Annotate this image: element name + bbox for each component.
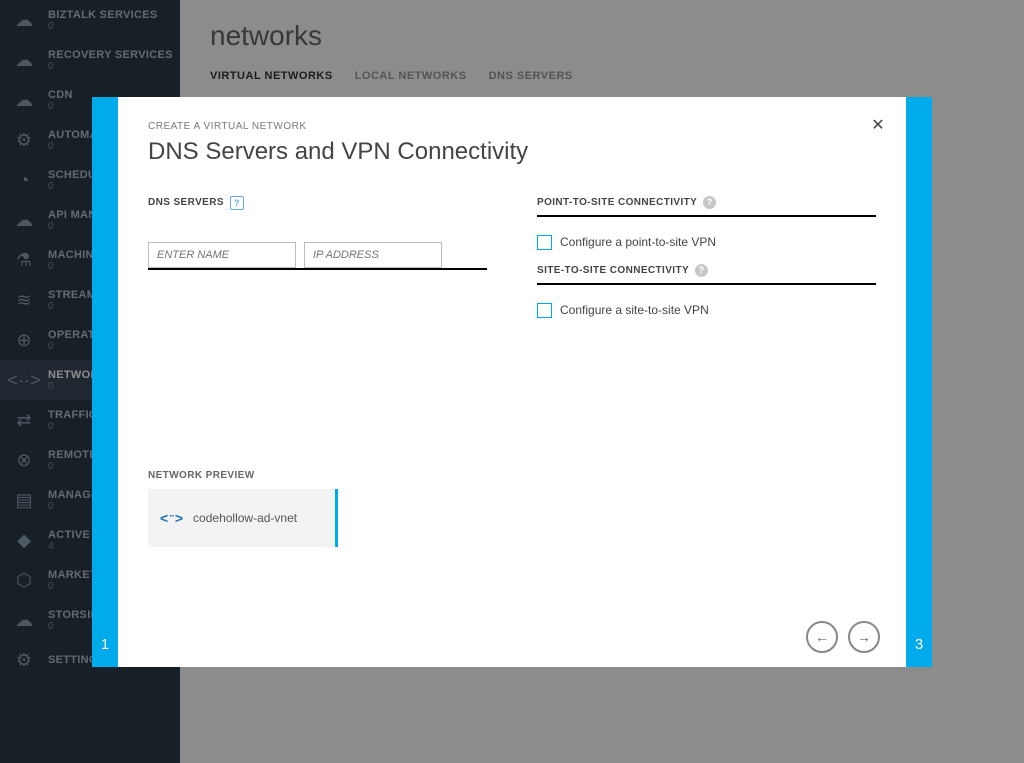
dns-servers-label-text: DNS SERVERS — [148, 197, 224, 208]
dns-servers-label: DNS SERVERS ? — [148, 196, 487, 210]
column-dns: DNS SERVERS ? NETWORK PREVIEW <··> codeh… — [148, 196, 487, 547]
vnet-name: codehollow-ad-vnet — [193, 511, 297, 525]
wizard-dialog: 1 ✕ CREATE A VIRTUAL NETWORK DNS Servers… — [92, 97, 932, 667]
wizard-step-left: 1 — [92, 97, 118, 667]
wizard-step-left-number: 1 — [101, 636, 109, 653]
wizard-title: DNS Servers and VPN Connectivity — [148, 138, 876, 166]
arrow-right-icon: → — [857, 629, 871, 645]
wizard-columns: DNS SERVERS ? NETWORK PREVIEW <··> codeh… — [148, 196, 876, 547]
column-connectivity: POINT-TO-SITE CONNECTIVITY ? Configure a… — [537, 196, 876, 547]
dns-input-row — [148, 220, 487, 270]
back-button[interactable]: ← — [806, 621, 838, 653]
p2s-checkbox-row[interactable]: Configure a point-to-site VPN — [537, 227, 876, 264]
help-icon[interactable]: ? — [703, 196, 716, 209]
help-icon[interactable]: ? — [230, 196, 244, 210]
s2s-checkbox-label: Configure a site-to-site VPN — [560, 303, 709, 317]
dns-name-input[interactable] — [148, 242, 296, 268]
p2s-label: POINT-TO-SITE CONNECTIVITY ? — [537, 196, 876, 217]
wizard-body: ✕ CREATE A VIRTUAL NETWORK DNS Servers a… — [118, 97, 906, 667]
arrow-left-icon: ← — [815, 629, 829, 645]
network-preview-label: NETWORK PREVIEW — [148, 470, 487, 481]
close-icon: ✕ — [871, 115, 884, 135]
modal-overlay: 1 ✕ CREATE A VIRTUAL NETWORK DNS Servers… — [0, 0, 1024, 763]
checkbox-icon — [537, 303, 552, 318]
next-button[interactable]: → — [848, 621, 880, 653]
p2s-label-text: POINT-TO-SITE CONNECTIVITY — [537, 197, 697, 208]
wizard-step-right: 3 — [906, 97, 932, 667]
dns-ip-input[interactable] — [304, 242, 442, 268]
wizard-step-right-number: 3 — [915, 636, 923, 653]
s2s-label: SITE-TO-SITE CONNECTIVITY ? — [537, 264, 876, 285]
wizard-nav: ← → — [806, 621, 880, 653]
checkbox-icon — [537, 235, 552, 250]
close-button[interactable]: ✕ — [868, 115, 888, 135]
wizard-breadcrumb: CREATE A VIRTUAL NETWORK — [148, 121, 876, 132]
vnet-icon: <··> — [160, 510, 183, 526]
s2s-label-text: SITE-TO-SITE CONNECTIVITY — [537, 265, 689, 276]
s2s-checkbox-row[interactable]: Configure a site-to-site VPN — [537, 295, 876, 332]
dns-row-filler — [442, 242, 487, 268]
network-preview-box: <··> codehollow-ad-vnet — [148, 489, 338, 547]
p2s-checkbox-label: Configure a point-to-site VPN — [560, 235, 716, 249]
help-icon[interactable]: ? — [695, 264, 708, 277]
